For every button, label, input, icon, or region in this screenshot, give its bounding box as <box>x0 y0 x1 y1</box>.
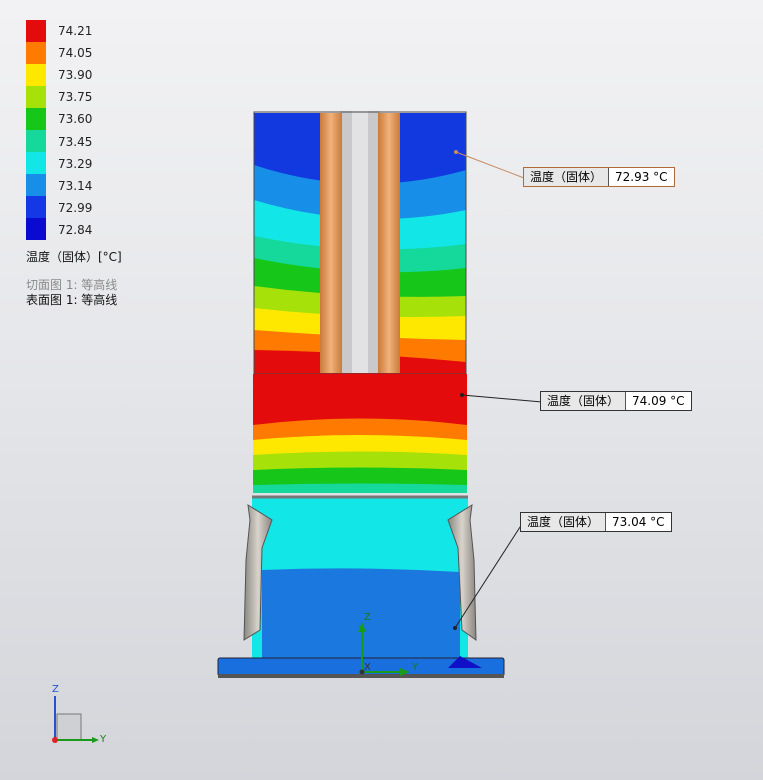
upper-cylinder <box>253 111 467 375</box>
legend-tick: 72.84 <box>58 223 93 237</box>
probe-value: 74.09 °C <box>626 392 691 410</box>
model-viewport[interactable] <box>0 0 763 780</box>
legend-swatch <box>26 130 46 152</box>
legend-tick: 73.90 <box>58 68 93 82</box>
surface-plot-info: 表面图 1: 等高线 <box>26 293 118 307</box>
legend-swatch <box>26 174 46 196</box>
legend-swatch <box>26 86 46 108</box>
probe-callout-1[interactable]: 温度（固体） 72.93 °C <box>523 167 675 187</box>
probe-label: 温度（固体） <box>521 513 607 531</box>
legend-tick: 73.14 <box>58 179 93 193</box>
legend-colorbar <box>26 20 46 240</box>
probe-callout-2[interactable]: 温度（固体） 74.09 °C <box>540 391 692 411</box>
legend-tick: 74.21 <box>58 24 93 38</box>
legend-swatch <box>26 196 46 218</box>
legend-swatch <box>26 42 46 64</box>
legend-swatch <box>26 218 46 240</box>
legend-title: 温度（固体）[°C] <box>26 250 122 264</box>
legend-tick: 73.45 <box>58 135 93 149</box>
main-triad-x-label: X <box>364 662 371 673</box>
probe-label: 温度（固体） <box>524 168 610 186</box>
probe-callout-3[interactable]: 温度（固体） 73.04 °C <box>520 512 672 532</box>
probe-value: 73.04 °C <box>606 513 671 531</box>
probe-value: 72.93 °C <box>609 168 674 186</box>
lower-housing <box>243 495 477 660</box>
legend-swatch <box>26 64 46 86</box>
legend-swatch <box>26 20 46 42</box>
main-triad-y-label: Y <box>412 662 419 673</box>
legend-tick: 73.75 <box>58 90 93 104</box>
legend-tick: 74.05 <box>58 46 93 60</box>
corner-view-triad[interactable] <box>52 696 99 743</box>
main-triad-z-label: Z <box>364 612 371 623</box>
triad-y-label: Y <box>100 734 107 745</box>
legend-tick: 73.60 <box>58 112 93 126</box>
legend-tick: 72.99 <box>58 201 93 215</box>
probe-label: 温度（固体） <box>541 392 627 410</box>
legend-tick: 73.29 <box>58 157 93 171</box>
triad-z-label: Z <box>52 684 59 695</box>
legend-swatch <box>26 108 46 130</box>
legend-swatch <box>26 152 46 174</box>
middle-cylinder <box>253 374 467 493</box>
